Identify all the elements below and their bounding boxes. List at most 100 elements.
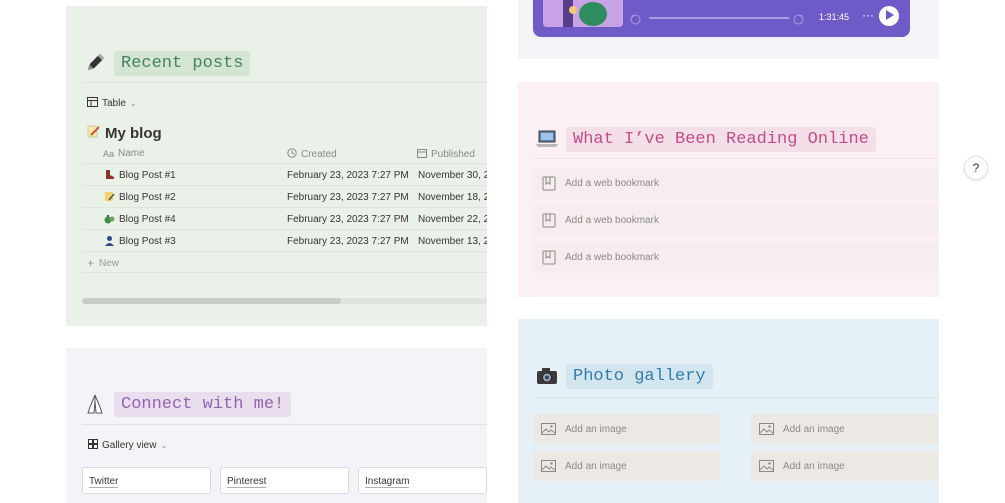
image-placeholder-label: Add an image [783, 460, 845, 472]
help-label: ? [972, 161, 980, 175]
image-icon [759, 423, 774, 435]
table-row[interactable]: Blog Post #1 February 23, 2023 7:27 PM N… [82, 164, 487, 186]
chevron-down-icon: ⌄ [160, 441, 168, 450]
bookmark-icon [542, 176, 556, 191]
table-row[interactable]: Blog Post #4 February 23, 2023 7:27 PM N… [82, 208, 487, 230]
bookmark-icon [542, 213, 556, 228]
bookmark-label: Add a web bookmark [565, 252, 659, 263]
divider [82, 272, 487, 273]
column-header-created[interactable]: Created [287, 148, 337, 161]
image-placeholder[interactable]: Add an image [751, 451, 938, 481]
notion-page: Recent posts Table ⌄ My blog Aa Name Cre… [0, 0, 1005, 503]
reading-section: What I’ve Been Reading Online Add a web … [518, 82, 939, 297]
boots-icon [104, 169, 115, 183]
divider [82, 424, 487, 425]
row-name[interactable]: Blog Post #1 [119, 170, 176, 181]
table-row[interactable]: Blog Post #3 February 23, 2023 7:27 PM N… [82, 230, 487, 252]
gallery-card-pinterest[interactable]: Pinterest [220, 467, 349, 494]
clock-icon [287, 148, 297, 161]
audio-section: 1:31:45 ··· [518, 0, 939, 59]
camera-icon [534, 363, 560, 389]
row-name[interactable]: Blog Post #2 [119, 192, 176, 203]
money-bag-icon [104, 213, 115, 227]
person-icon [104, 235, 115, 249]
row-published: November 30, 20 [418, 170, 487, 181]
play-icon [885, 7, 894, 25]
laptop-icon [534, 126, 560, 152]
row-created: February 23, 2023 7:27 PM [287, 214, 409, 225]
text-property-icon: Aa [103, 148, 115, 159]
divider [82, 82, 487, 83]
row-created: February 23, 2023 7:27 PM [287, 236, 409, 247]
column-header-name[interactable]: Aa Name [103, 148, 145, 159]
web-bookmark-placeholder[interactable]: Add a web bookmark [533, 168, 939, 199]
gallery-heading: Photo gallery [534, 363, 713, 389]
image-icon [541, 423, 556, 435]
bookmark-icon [542, 250, 556, 265]
rewind-icon[interactable] [630, 12, 641, 30]
praying-hands-icon [82, 391, 108, 417]
table-row[interactable]: Blog Post #2 February 23, 2023 7:27 PM N… [82, 186, 487, 208]
pencil-memo-icon [87, 124, 101, 142]
more-options-icon[interactable]: ··· [862, 8, 874, 22]
new-row-button[interactable]: + New [87, 256, 119, 270]
web-bookmark-placeholder[interactable]: Add a web bookmark [533, 205, 939, 236]
image-placeholder-label: Add an image [783, 423, 845, 435]
column-header-published[interactable]: Published [417, 148, 475, 161]
row-name[interactable]: Blog Post #4 [119, 214, 176, 225]
reading-title: What I’ve Been Reading Online [566, 126, 876, 152]
row-published: November 22, 20 [418, 214, 487, 225]
calendar-icon [417, 148, 427, 161]
row-published: November 13, 20 [418, 236, 487, 247]
image-placeholder-label: Add an image [565, 423, 627, 435]
gallery-card-instagram[interactable]: Instagram [358, 467, 487, 494]
gallery-card-twitter[interactable]: Twitter [82, 467, 211, 494]
connect-title: Connect with me! [114, 391, 292, 417]
connect-section: Connect with me! Gallery view ⌄ Twitter … [66, 348, 487, 503]
gallery-view-label: Gallery view [102, 440, 157, 451]
recent-posts-section: Recent posts Table ⌄ My blog Aa Name Cre… [66, 6, 487, 326]
chevron-down-icon: ⌄ [129, 99, 137, 108]
card-title: Instagram [365, 476, 410, 488]
plus-icon: + [87, 256, 95, 270]
image-icon [759, 460, 774, 472]
image-placeholder[interactable]: Add an image [751, 414, 938, 444]
horizontal-scrollbar-thumb[interactable] [82, 298, 341, 304]
fast-forward-icon[interactable] [793, 12, 804, 30]
database-title-text: My blog [105, 124, 162, 142]
reading-heading: What I’ve Been Reading Online [534, 126, 876, 152]
row-name[interactable]: Blog Post #3 [119, 236, 176, 247]
recent-posts-title: Recent posts [114, 50, 251, 76]
bookmark-label: Add a web bookmark [565, 178, 659, 189]
divider [534, 158, 939, 159]
play-button[interactable] [879, 6, 899, 26]
help-button[interactable]: ? [964, 156, 988, 180]
gallery-title: Photo gallery [566, 363, 713, 389]
card-title: Pinterest [227, 476, 267, 488]
new-row-label: New [99, 257, 120, 269]
memo-icon [104, 191, 115, 205]
image-placeholder[interactable]: Add an image [533, 451, 720, 481]
bookmark-label: Add a web bookmark [565, 215, 659, 226]
table-view-label: Table [102, 98, 126, 109]
image-icon [541, 460, 556, 472]
database-title[interactable]: My blog [87, 124, 162, 142]
row-created: February 23, 2023 7:27 PM [287, 170, 409, 181]
audio-player: 1:31:45 ··· [533, 0, 910, 37]
recent-posts-heading: Recent posts [82, 50, 251, 76]
table-view-tab[interactable]: Table ⌄ [87, 97, 137, 110]
image-placeholder[interactable]: Add an image [533, 414, 720, 444]
row-published: November 18, 20 [418, 192, 487, 203]
connect-heading: Connect with me! [82, 391, 292, 417]
image-placeholder-label: Add an image [565, 460, 627, 472]
audio-progress-bar[interactable] [649, 17, 789, 19]
photo-gallery-section: Photo gallery Add an image Add an image … [518, 319, 939, 503]
gallery-view-tab[interactable]: Gallery view ⌄ [88, 439, 167, 452]
album-art [543, 0, 623, 27]
card-title: Twitter [89, 476, 119, 488]
row-created: February 23, 2023 7:27 PM [287, 192, 409, 203]
pen-icon [82, 50, 108, 76]
web-bookmark-placeholder[interactable]: Add a web bookmark [533, 242, 939, 273]
table-icon [87, 97, 98, 110]
audio-duration: 1:31:45 [819, 12, 850, 22]
